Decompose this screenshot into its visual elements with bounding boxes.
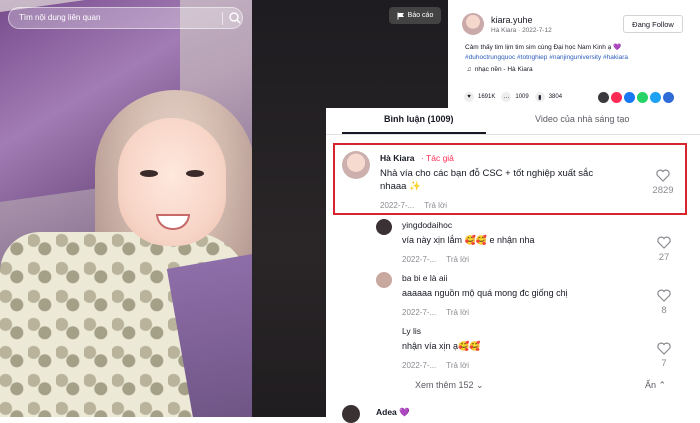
tab-creator-videos[interactable]: Video của nhà sáng tạo <box>535 114 629 124</box>
comment-date: 2022-7-... <box>402 255 437 264</box>
comment-count: 1009 <box>515 94 529 100</box>
share-red-icon[interactable] <box>611 92 622 103</box>
comment-text: vía này xịn lắm 🥰🥰 e nhận nha <box>402 235 535 245</box>
view-more-replies-button[interactable]: Xem thêm 152 ⌄ <box>415 380 484 391</box>
author-badge: · Tác giả <box>421 153 454 163</box>
heart-icon: ♥ <box>464 92 474 102</box>
like-count: 27 <box>658 252 670 263</box>
report-label: Báo cáo <box>407 12 434 19</box>
music-note-icon: ♫ <box>466 66 472 73</box>
whatsapp-share-icon[interactable] <box>637 92 648 103</box>
video-description: Cảm thấy tim lịm tim sim cùng Đại học Na… <box>465 44 622 51</box>
reply-button[interactable]: Trả lời <box>446 361 469 370</box>
comment-date: 2022-7-... <box>380 201 415 210</box>
comment-meta: 2022-7-... Trả lời <box>402 308 469 317</box>
author-avatar[interactable] <box>462 13 484 35</box>
search-bar[interactable]: Tìm nội dung liên quan <box>8 7 243 29</box>
video-hashtags[interactable]: #duhoctrungquoc #totnghiep #nanjingunive… <box>465 53 690 63</box>
comment-author[interactable]: Hà Kiara <box>380 153 415 163</box>
like-count: 8 <box>661 305 667 316</box>
report-button[interactable]: Báo cáo <box>389 7 441 24</box>
like-count: 1691K <box>478 94 496 100</box>
reply-button[interactable]: Trả lời <box>446 255 469 264</box>
author-username[interactable]: kiara.yuhe <box>491 15 533 25</box>
heart-icon[interactable] <box>657 342 671 355</box>
comment-author[interactable]: Adea 💜 <box>376 407 410 418</box>
comment-author[interactable]: yingdodaihoc <box>402 220 452 230</box>
comment-author[interactable]: ba bi e là aii <box>402 273 447 283</box>
search-placeholder: Tìm nội dung liên quan <box>19 13 101 22</box>
author-display-date: Hà Kiara · 2022-7-12 <box>491 27 552 34</box>
video-stats: ♥ 1691K … 1009 ▮ 3804 <box>464 92 562 102</box>
search-icon[interactable] <box>228 11 242 25</box>
avatar[interactable] <box>342 405 360 423</box>
reply-button[interactable]: Trả lời <box>424 201 447 210</box>
avatar[interactable] <box>342 151 370 179</box>
like-stat[interactable]: ♥ 1691K <box>464 92 495 102</box>
comment-stat[interactable]: … 1009 <box>501 92 529 102</box>
facebook-share-icon[interactable] <box>624 92 635 103</box>
comment-meta: 2022-7-... Trả lời <box>402 361 469 370</box>
avatar[interactable] <box>376 272 392 288</box>
tab-comments[interactable]: Bình luận (1009) <box>384 114 454 124</box>
hide-replies-button[interactable]: Ẩn ⌃ <box>645 380 666 391</box>
avatar[interactable] <box>376 325 392 341</box>
heart-icon[interactable] <box>657 236 671 249</box>
link-share-icon[interactable] <box>663 92 674 103</box>
embed-share-icon[interactable] <box>598 92 609 103</box>
comment-meta: 2022-7-... Trả lời <box>402 255 469 264</box>
bookmark-icon: ▮ <box>534 92 545 102</box>
avatar[interactable] <box>376 219 392 235</box>
comment-text: nhận vía xịn ạ🥰🥰 <box>402 341 481 351</box>
comment-text: aaaaaa nguồn mộ quá mong đc giống chị <box>402 288 568 298</box>
like-count: 2829 <box>652 185 674 196</box>
flag-icon <box>397 12 404 19</box>
reply-button[interactable]: Trả lời <box>446 308 469 317</box>
comment-date: 2022-7-... <box>402 361 437 370</box>
share-buttons <box>598 92 674 103</box>
save-stat[interactable]: ▮ 3804 <box>534 92 563 102</box>
comment-text: nhaaa ✨ <box>380 181 421 192</box>
video-player[interactable] <box>0 0 252 417</box>
follow-button[interactable]: Đang Follow <box>623 15 683 33</box>
music-label: nhạc nền - Hà Kiara <box>474 66 533 73</box>
twitter-share-icon[interactable] <box>650 92 661 103</box>
heart-icon[interactable] <box>657 289 671 302</box>
tab-divider <box>326 134 700 135</box>
person-eye <box>140 170 158 177</box>
save-count: 3804 <box>548 94 563 100</box>
comment-author[interactable]: Ly lis <box>402 326 421 336</box>
heart-icon[interactable] <box>656 169 670 182</box>
comment-text: Nhả vía cho các bạn đỗ CSC + tốt nghiệp … <box>380 168 594 179</box>
person-eye <box>186 170 204 177</box>
comment-icon: … <box>501 92 512 102</box>
music-link[interactable]: ♫ nhạc nền - Hà Kiara <box>465 66 533 73</box>
comment-meta: 2022-7-... Trả lời <box>380 201 447 210</box>
search-divider <box>222 12 223 25</box>
like-count: 7 <box>661 358 667 369</box>
comment-date: 2022-7-... <box>402 308 437 317</box>
